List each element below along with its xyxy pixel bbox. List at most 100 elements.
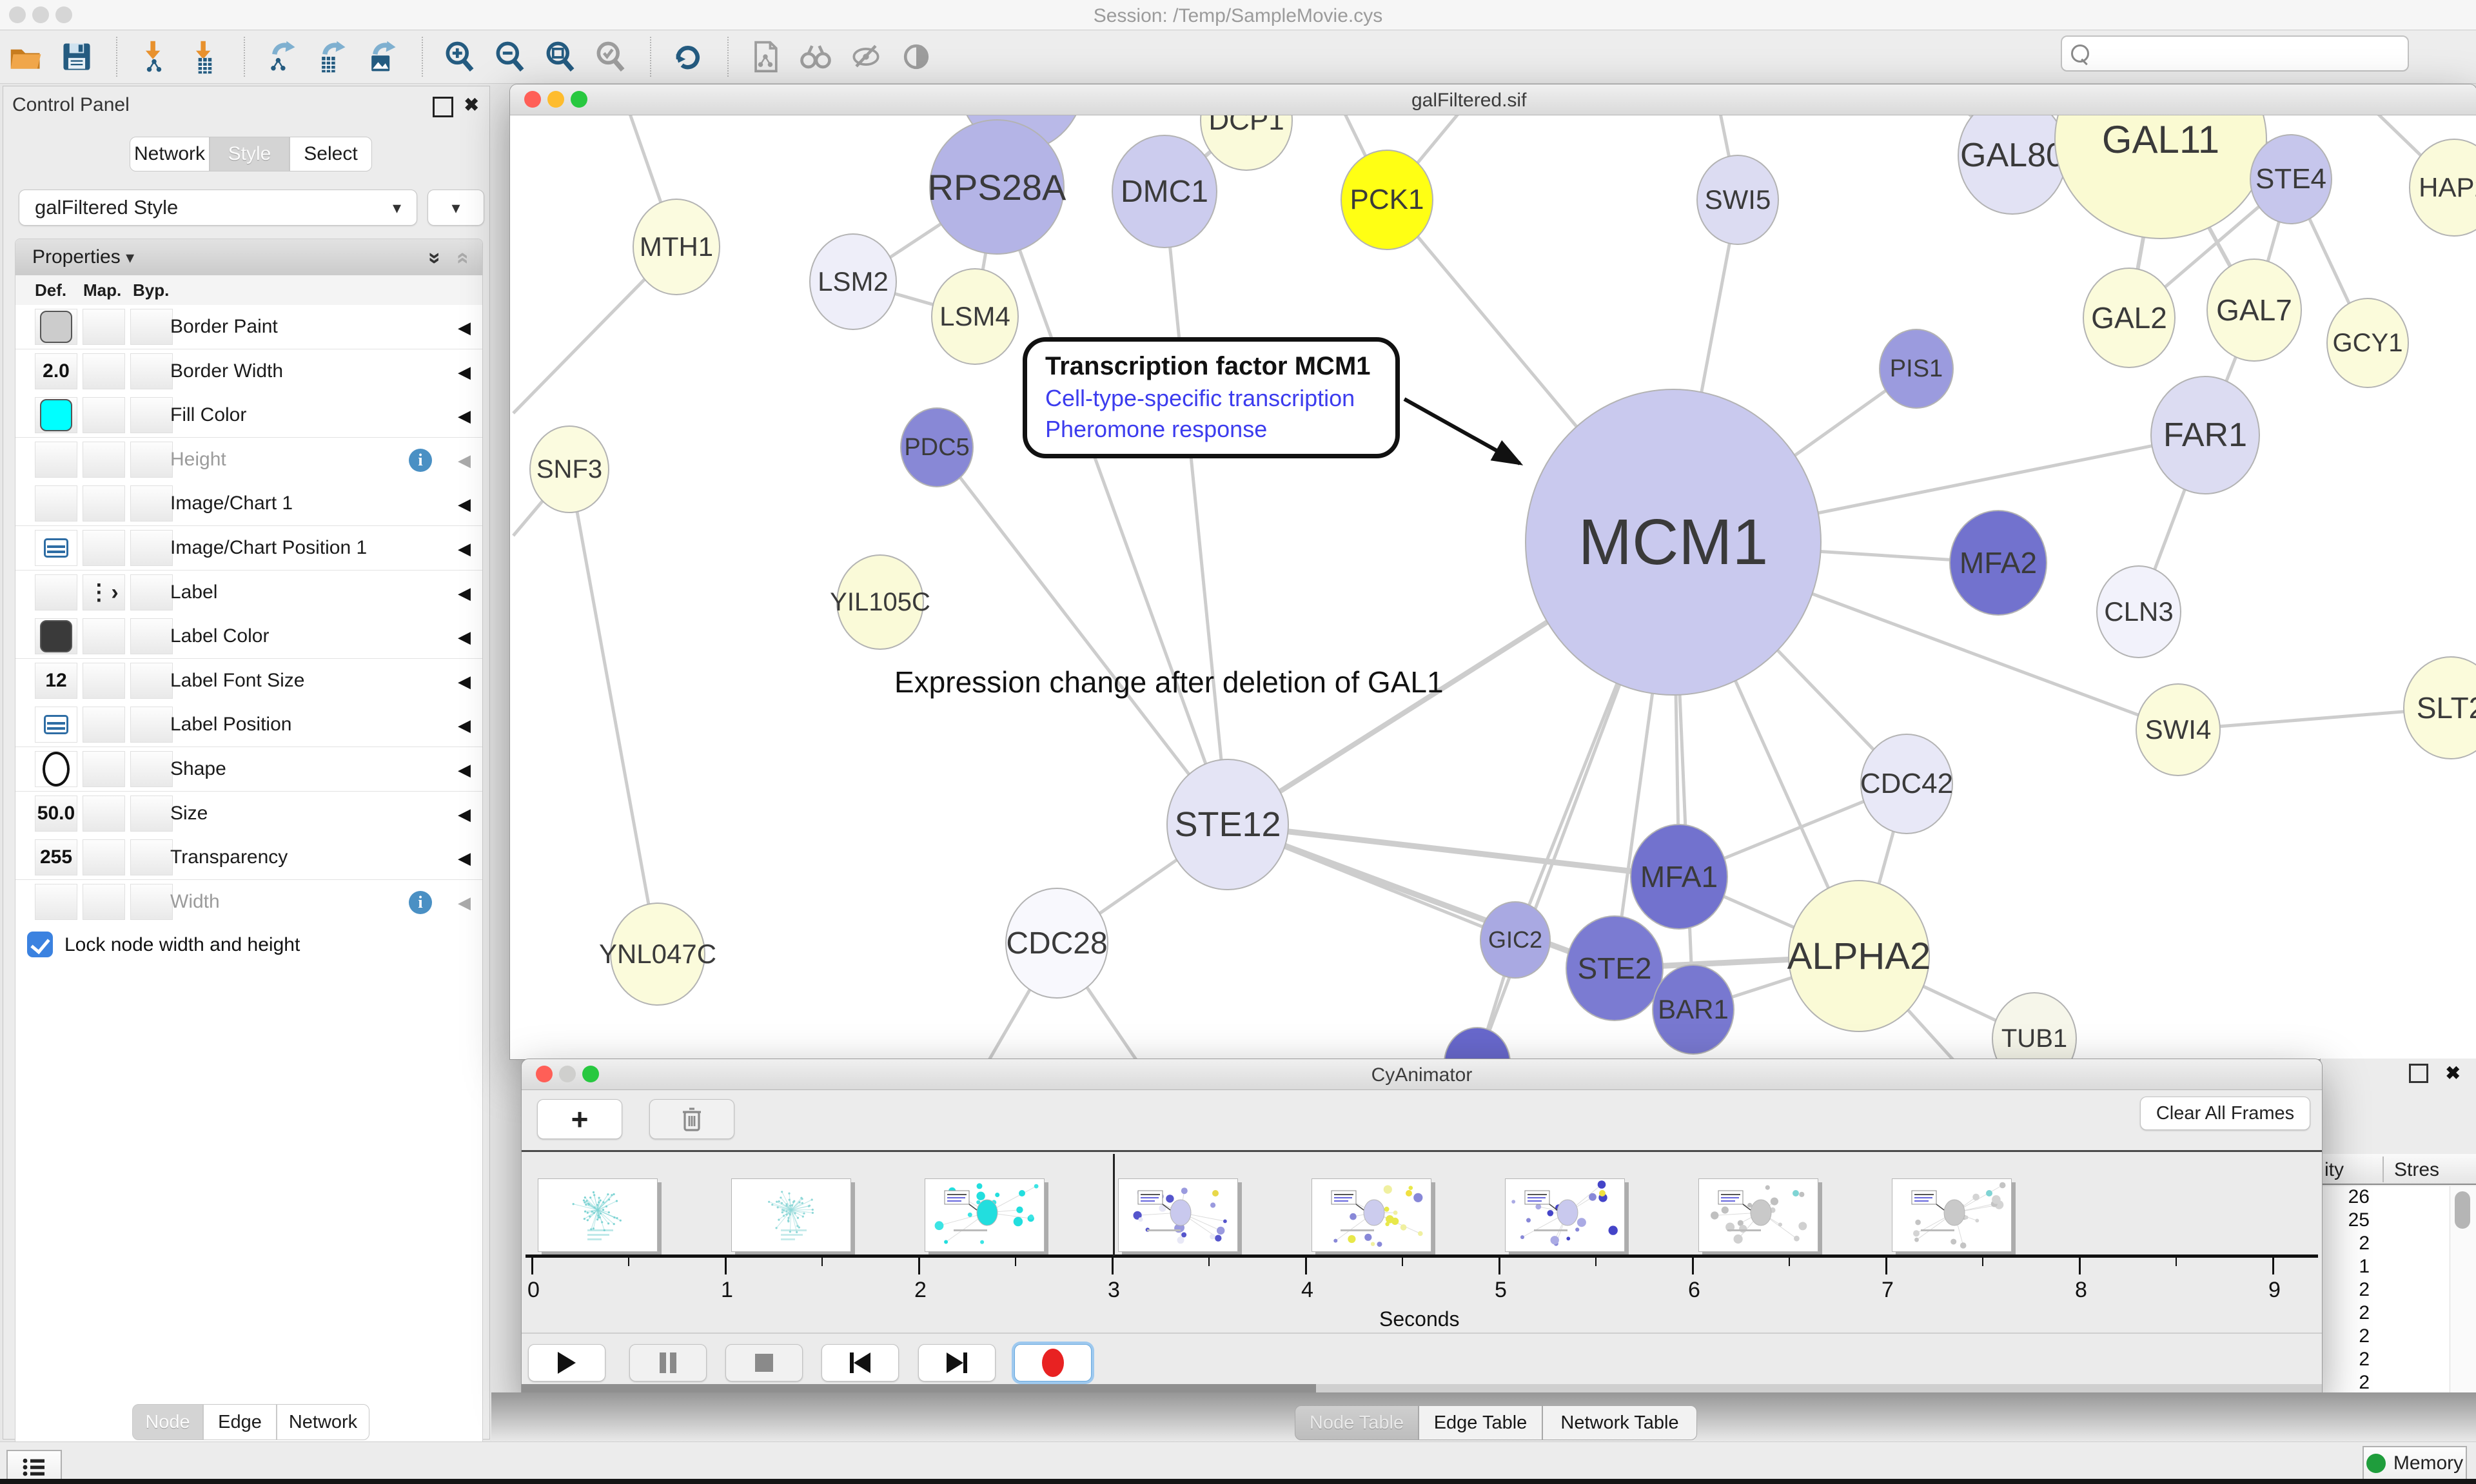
node-cdc28[interactable]: CDC28 [1005, 888, 1108, 999]
bottom-tab-edge[interactable]: Edge [203, 1404, 277, 1440]
timeline-frame-2[interactable] [925, 1178, 1045, 1252]
property-cell[interactable] [130, 618, 173, 654]
open-session-icon[interactable] [6, 38, 46, 75]
property-cell[interactable] [130, 309, 173, 345]
find-icon[interactable] [796, 38, 836, 75]
property-row-label-color[interactable]: Label Color◀ [15, 614, 482, 659]
info-icon[interactable]: i [409, 449, 432, 472]
property-cell[interactable] [83, 485, 125, 522]
record-button[interactable] [1014, 1344, 1092, 1381]
property-cell[interactable] [130, 485, 173, 522]
expand-row-icon[interactable]: ◀ [458, 672, 471, 692]
close-panel-icon[interactable]: ✖ [464, 94, 479, 115]
property-cell[interactable] [35, 707, 77, 743]
property-cell[interactable] [83, 839, 125, 875]
node-mfa2[interactable]: MFA2 [1949, 510, 2047, 616]
tab-node-table[interactable]: Node Table [1295, 1405, 1419, 1440]
collapse-all-icon[interactable]: « [451, 252, 476, 264]
node-pck1[interactable]: PCK1 [1341, 150, 1433, 250]
property-cell[interactable] [130, 574, 173, 610]
close-icon[interactable] [524, 91, 541, 108]
property-cell[interactable] [83, 618, 125, 654]
skip-start-button[interactable] [821, 1344, 899, 1381]
node-lsm2[interactable]: LSM2 [809, 233, 897, 330]
node-gcy1[interactable]: GCY1 [2326, 298, 2409, 388]
property-cell[interactable] [83, 663, 125, 699]
expand-row-icon[interactable]: ◀ [458, 583, 471, 603]
node-rps28a[interactable]: RPS28A [929, 119, 1065, 255]
expand-row-icon[interactable]: ◀ [458, 539, 471, 559]
node-ste4[interactable]: STE4 [2250, 134, 2332, 224]
zoom-in-icon[interactable] [440, 38, 480, 75]
property-cell[interactable] [35, 751, 77, 787]
tab-edge-table[interactable]: Edge Table [1419, 1405, 1542, 1440]
property-cell[interactable] [35, 574, 77, 610]
tab-network[interactable]: Network [130, 137, 210, 171]
property-cell[interactable] [35, 309, 77, 345]
expand-row-icon[interactable]: ◀ [458, 893, 471, 913]
property-cell[interactable] [35, 530, 77, 566]
close-icon[interactable] [536, 1066, 553, 1082]
export-table-icon[interactable] [312, 38, 352, 75]
zoom-icon[interactable] [571, 91, 587, 108]
property-cell[interactable] [83, 353, 125, 389]
hide-icon[interactable] [846, 38, 886, 75]
property-cell[interactable] [130, 796, 173, 832]
memory-button[interactable]: Memory [2363, 1446, 2467, 1481]
play-button[interactable] [528, 1344, 605, 1381]
property-row-label[interactable]: ⋮›Label◀ [15, 571, 482, 615]
timeline-frame-1[interactable] [731, 1178, 851, 1252]
float-table-icon[interactable] [2409, 1064, 2428, 1083]
float-panel-icon[interactable] [433, 97, 453, 117]
node-far1[interactable]: FAR1 [2150, 376, 2260, 494]
property-cell[interactable] [35, 618, 77, 654]
property-cell[interactable] [130, 442, 173, 478]
property-row-border-width[interactable]: 2.0Border Width◀ [15, 349, 482, 394]
property-cell[interactable] [130, 353, 173, 389]
expand-row-icon[interactable]: ◀ [458, 627, 471, 647]
node-dmc1[interactable]: DMC1 [1112, 135, 1217, 248]
table-row[interactable]: 2 [2321, 1233, 2450, 1256]
export-network-icon[interactable] [262, 38, 302, 75]
zoom-fit-icon[interactable] [540, 38, 580, 75]
property-cell[interactable] [130, 397, 173, 433]
zoom-selected-icon[interactable] [591, 38, 631, 75]
cyanimator-scrollbar[interactable] [522, 1384, 2322, 1392]
save-session-icon[interactable] [57, 38, 97, 75]
table-column-headers[interactable]: ity Stres [2321, 1154, 2476, 1185]
expand-row-icon[interactable]: ◀ [458, 406, 471, 426]
node-ste12[interactable]: STE12 [1166, 759, 1289, 890]
network-canvas[interactable]: RPS28BRPS28ADCP1DMC1PCK1MTH1LSM2LSM4SNF3… [510, 115, 2476, 1059]
property-cell[interactable] [130, 663, 173, 699]
column-ity[interactable]: ity [2324, 1159, 2344, 1181]
expand-row-icon[interactable]: ◀ [458, 848, 471, 868]
column-stres[interactable]: Stres [2394, 1159, 2439, 1181]
import-table-icon[interactable] [184, 38, 224, 75]
timeline-frame-6[interactable] [1698, 1178, 1818, 1252]
table-row[interactable]: 25 [2321, 1209, 2450, 1233]
timeline-frame-7[interactable] [1892, 1178, 2012, 1252]
timeline-frame-3[interactable] [1118, 1178, 1238, 1252]
property-row-image-chart-1[interactable]: Image/Chart 1◀ [15, 482, 482, 526]
timeline-frame-0[interactable] [538, 1178, 658, 1252]
table-row[interactable]: 2 [2321, 1325, 2450, 1349]
node-gal2[interactable]: GAL2 [2083, 268, 2176, 368]
import-network-icon[interactable] [134, 38, 174, 75]
property-cell[interactable] [83, 884, 125, 920]
pause-button[interactable] [629, 1344, 707, 1381]
property-cell[interactable] [130, 884, 173, 920]
canvas-annotation-text[interactable]: Expression change after deletion of GAL1 [894, 665, 1444, 699]
node-snf3[interactable]: SNF3 [529, 425, 609, 513]
expand-row-icon[interactable]: ◀ [458, 805, 471, 825]
node-mcm1[interactable]: MCM1 [1525, 389, 1822, 696]
minimize-icon[interactable] [559, 1066, 576, 1082]
property-row-size[interactable]: 50.0Size◀ [15, 792, 482, 836]
properties-header[interactable]: Properties ▾ » « [15, 239, 482, 276]
property-row-label-position[interactable]: Label Position◀ [15, 703, 482, 747]
property-cell[interactable] [35, 442, 77, 478]
node-ynl047c[interactable]: YNL047C [610, 903, 705, 1006]
minimize-icon[interactable] [547, 91, 564, 108]
expand-all-icon[interactable]: » [422, 252, 447, 264]
lock-checkbox[interactable] [27, 932, 53, 957]
clear-all-frames-button[interactable]: Clear All Frames [2140, 1097, 2310, 1130]
